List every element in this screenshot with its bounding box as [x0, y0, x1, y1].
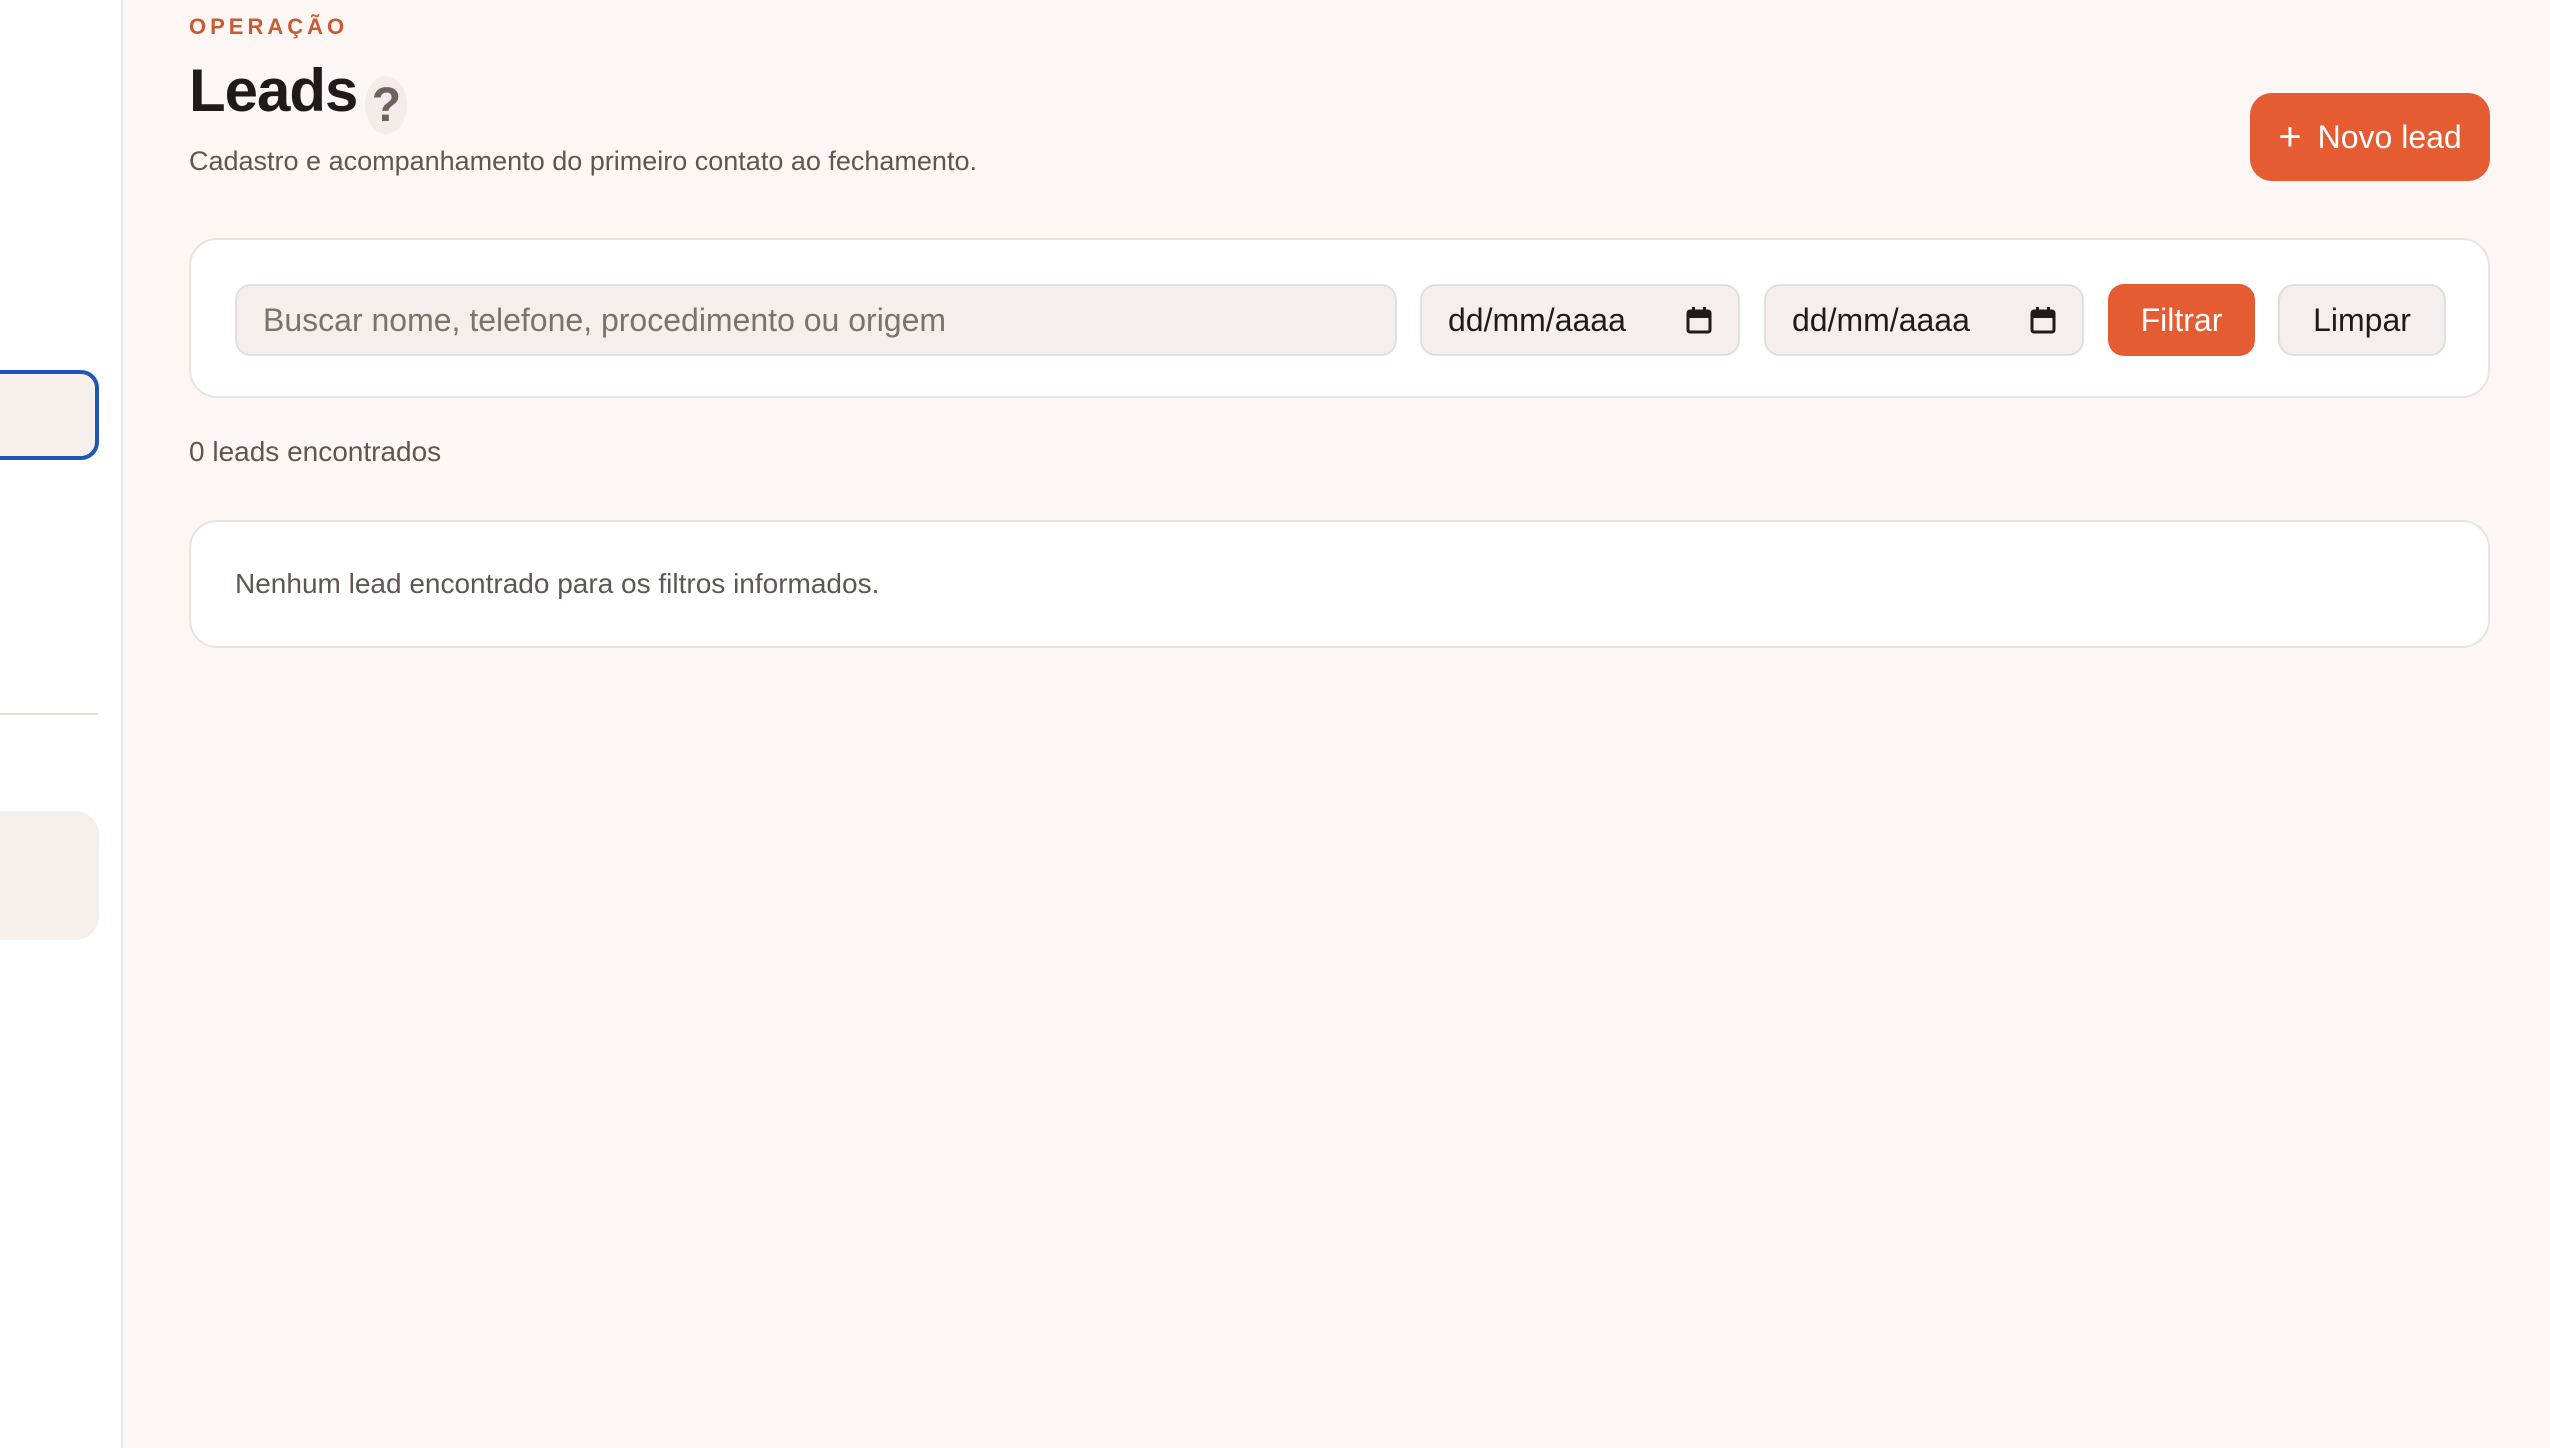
page-subtitle: Cadastro e acompanhamento do primeiro co… — [189, 146, 977, 176]
calendar-icon[interactable] — [1686, 306, 1712, 334]
date-from-field[interactable]: dd/mm/aaaa — [1420, 284, 1740, 356]
title-row: Leads ? — [189, 56, 408, 134]
new-lead-label: Novo lead — [2317, 118, 2462, 155]
results-count: 0 leads encontrados — [189, 436, 442, 467]
filter-card: dd/mm/aaaa dd/mm/aaaa Filtrar Limpar — [189, 238, 2490, 398]
date-to-placeholder: dd/mm/aaaa — [1792, 301, 1970, 338]
new-lead-button[interactable]: + Novo lead — [2250, 93, 2490, 181]
search-input[interactable] — [235, 284, 1397, 356]
main-content: OPERAÇÃO Leads ? Cadastro e acompanhamen… — [189, 0, 2550, 1448]
date-to-field[interactable]: dd/mm/aaaa — [1764, 284, 2084, 356]
section-eyebrow: OPERAÇÃO — [189, 14, 349, 39]
plus-icon: + — [2278, 115, 2302, 159]
sidebar-divider — [0, 713, 98, 715]
calendar-icon[interactable] — [2030, 306, 2056, 334]
page-title: Leads — [189, 57, 358, 124]
sidebar-item-active[interactable] — [0, 370, 99, 460]
empty-state-message: Nenhum lead encontrado para os filtros i… — [235, 568, 880, 599]
date-from-placeholder: dd/mm/aaaa — [1448, 301, 1626, 338]
filter-button[interactable]: Filtrar — [2108, 284, 2255, 356]
empty-state-card: Nenhum lead encontrado para os filtros i… — [189, 520, 2490, 648]
help-icon[interactable]: ? — [365, 76, 408, 134]
sidebar — [0, 0, 123, 1448]
sidebar-item[interactable] — [0, 811, 99, 940]
clear-button[interactable]: Limpar — [2278, 284, 2446, 356]
